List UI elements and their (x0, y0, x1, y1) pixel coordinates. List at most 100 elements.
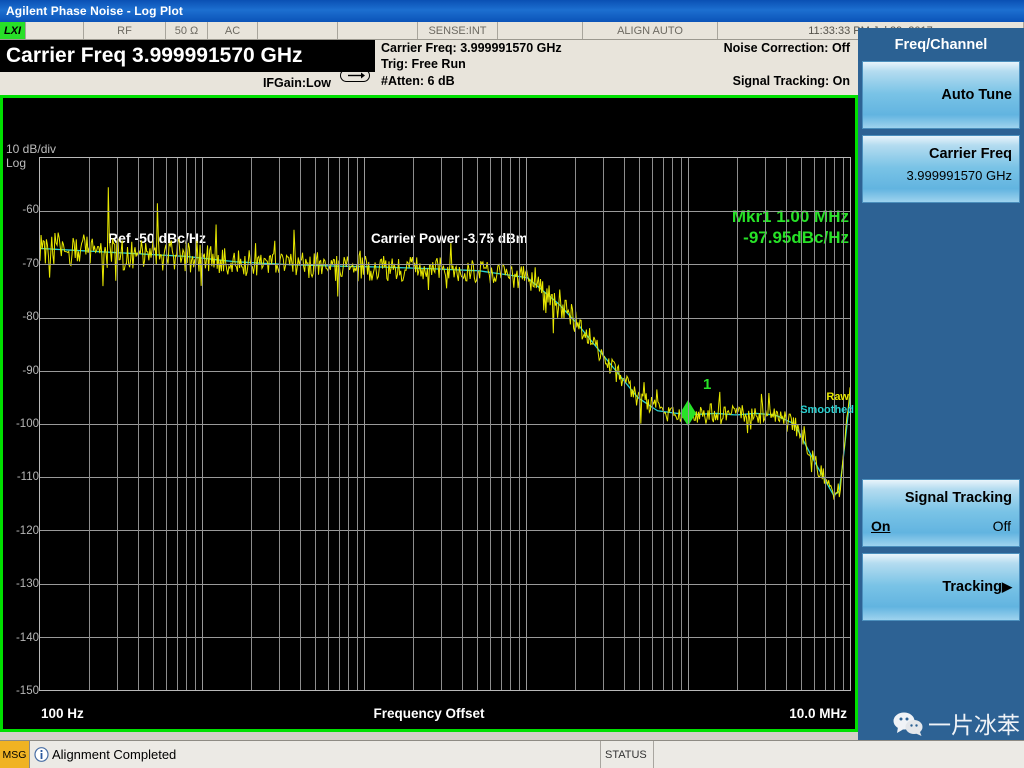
legend-smoothed-label: Smoothed (800, 404, 854, 416)
gridline-vertical (153, 158, 154, 690)
softkey-carrier-freq-value: 3.999991570 GHz (906, 168, 1012, 183)
plot-graticule (39, 157, 851, 691)
gridline-vertical (177, 158, 178, 690)
gridline-horizontal (40, 530, 850, 532)
softkey-signal-tracking[interactable]: Signal Tracking On Off (862, 479, 1020, 547)
gridline-vertical (737, 158, 738, 690)
gridline-vertical (575, 158, 576, 690)
gridline-vertical (814, 158, 815, 690)
phase-noise-plot[interactable]: 10 dB/div Log Ref -50 dBc/Hz Carrier Pow… (0, 95, 858, 732)
trace-line (40, 247, 850, 497)
gridline-vertical (202, 158, 203, 690)
gridline-vertical (348, 158, 349, 690)
gridline-vertical (639, 158, 640, 690)
window-title-bar: Agilent Phase Noise - Log Plot (0, 0, 1024, 22)
gridline-horizontal (40, 583, 850, 585)
settings-panel: Carrier Freq: 3.999991570 GHz Trig: Free… (375, 40, 858, 95)
gridline-vertical (765, 158, 766, 690)
message-bar: MSG Alignment Completed STATUS (0, 740, 1024, 768)
setting-atten: #Atten: 6 dB (381, 74, 455, 88)
gridline-vertical (339, 158, 340, 690)
setting-carrier-freq: Carrier Freq: 3.999991570 GHz (381, 41, 562, 55)
softkey-tracking-menu[interactable]: Tracking▶ (862, 553, 1020, 621)
status-cell-align: ALIGN AUTO (583, 22, 718, 39)
gridline-horizontal (40, 424, 850, 425)
msg-tag: MSG (0, 741, 30, 768)
gridline-vertical (490, 158, 491, 690)
gridline-vertical (477, 158, 478, 690)
gridline-vertical (251, 158, 252, 690)
gridline-vertical (501, 158, 502, 690)
lxi-indicator: LXI (0, 22, 26, 39)
gridline-vertical (300, 158, 301, 690)
gridline-horizontal (40, 477, 850, 479)
status-field-label: STATUS (600, 741, 654, 768)
y-axis-tick: -150 (15, 685, 39, 697)
gridline-vertical (195, 158, 196, 690)
gridline-vertical (519, 158, 520, 690)
gridline-vertical (786, 158, 787, 690)
softkey-carrier-freq-label: Carrier Freq (928, 146, 1012, 162)
db-per-div-label: 10 dB/div (6, 142, 57, 156)
ifgain-area: IFGain:Low (0, 72, 375, 95)
status-cell-blank-4 (498, 22, 583, 39)
y-axis-tick: -120 (15, 524, 39, 537)
watermark-text: 一片冰苯 (928, 713, 1020, 739)
gridline-vertical (279, 158, 280, 690)
y-axis-tick: -80 (22, 311, 39, 324)
gridline-vertical (364, 158, 365, 690)
message-text: Alignment Completed (52, 747, 177, 762)
softkey-signal-tracking-off[interactable]: Off (993, 518, 1011, 534)
gridline-horizontal (40, 211, 850, 213)
gridline-vertical (681, 158, 682, 690)
gridline-vertical (672, 158, 673, 690)
marker-number-label: 1 (703, 376, 712, 393)
gridline-vertical (510, 158, 511, 690)
gridline-vertical (526, 158, 527, 690)
setting-signal-tracking: Signal Tracking: On (732, 74, 850, 88)
y-axis-tick: -130 (15, 578, 39, 591)
y-axis-tick-labels: -60 -70 -80 -90 -100 -110 -120 -130 -140 -150 (3, 157, 39, 697)
watermark: 一片冰苯 (893, 706, 1020, 740)
y-axis-tick: -60 (22, 204, 39, 217)
softkey-signal-tracking-on[interactable]: On (871, 518, 890, 534)
gridline-vertical (315, 158, 316, 690)
softkey-menu-title: Freq/Channel (858, 28, 1024, 61)
y-axis-tick: -90 (22, 364, 39, 377)
softkey-carrier-freq[interactable]: Carrier Freq 3.999991570 GHz (862, 135, 1020, 203)
gridline-vertical (603, 158, 604, 690)
gridline-vertical (688, 158, 689, 690)
gridline-vertical (89, 158, 90, 690)
gridline-vertical (441, 158, 442, 690)
gridline-vertical (138, 158, 139, 690)
legend-raw-label: Raw (826, 391, 849, 403)
gridline-vertical (825, 158, 826, 690)
x-axis-title: Frequency Offset (373, 706, 485, 721)
gridline-horizontal (40, 264, 850, 266)
status-cell-blank-1 (26, 22, 84, 39)
softkey-signal-tracking-label: Signal Tracking (904, 490, 1012, 506)
gridline-vertical (413, 158, 414, 690)
gridline-vertical (186, 158, 187, 690)
softkey-empty-area (858, 209, 1024, 479)
gridline-vertical (843, 158, 844, 690)
status-field-value (654, 741, 1024, 768)
gridline-vertical (652, 158, 653, 690)
gridline-horizontal (40, 317, 850, 319)
page-title: Agilent Phase Noise - Log Plot (6, 4, 184, 18)
gridline-vertical (166, 158, 167, 690)
y-axis-tick: -140 (15, 631, 39, 644)
gridline-vertical (663, 158, 664, 690)
gridline-horizontal (40, 370, 850, 372)
chevron-right-icon: ▶ (1002, 579, 1012, 594)
softkey-tracking-text: Tracking (942, 579, 1002, 595)
gridline-vertical (462, 158, 463, 690)
status-cell-sense: SENSE:INT (418, 22, 498, 39)
softkey-auto-tune[interactable]: Auto Tune (862, 61, 1020, 129)
gridline-vertical (801, 158, 802, 690)
gridline-vertical (117, 158, 118, 690)
wechat-icon (893, 711, 923, 736)
status-cell-coupling: AC (208, 22, 258, 39)
y-axis-tick: -100 (15, 418, 39, 430)
x-axis-stop-label: 10.0 MHz (789, 706, 847, 721)
